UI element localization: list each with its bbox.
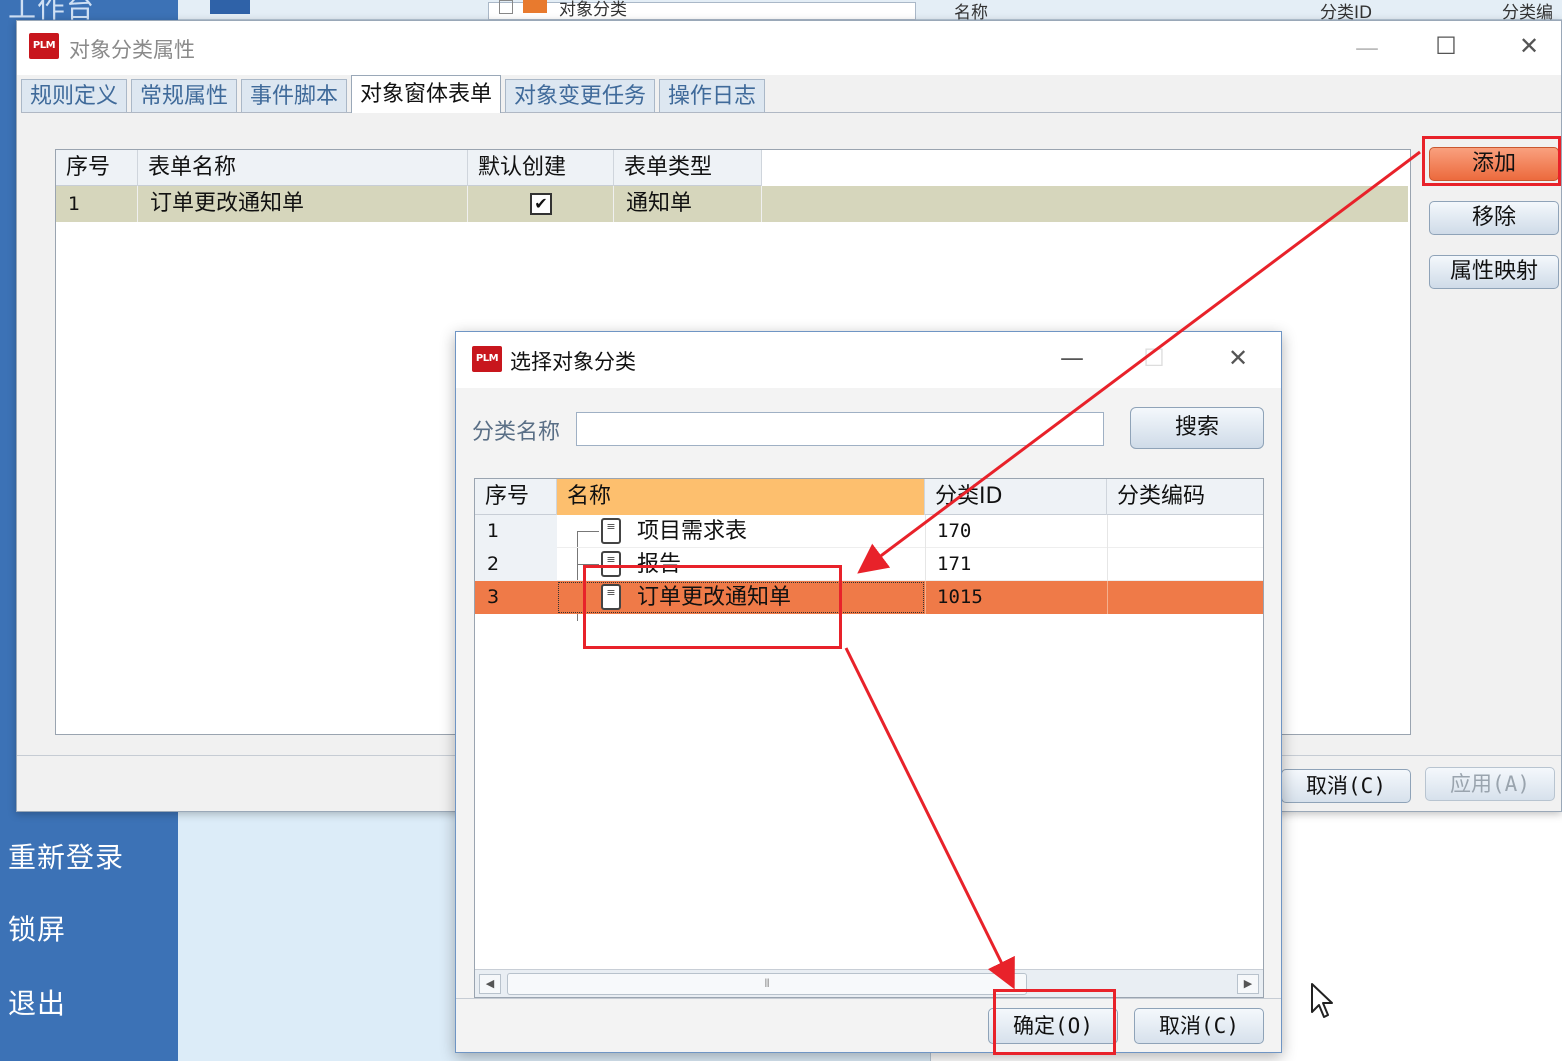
properties-tabs: 规则定义 常规属性 事件脚本 对象窗体表单 对象变更任务 操作日志 (21, 75, 1561, 113)
close-icon[interactable]: ✕ (1218, 338, 1258, 378)
expand-icon[interactable] (499, 0, 513, 14)
annotation-box-add (1422, 136, 1561, 186)
select-class-dialog: PLM 选择对象分类 — ☐ ✕ 分类名称 搜索 序号 名称 分类ID 分类编码… (455, 331, 1282, 1053)
select-cancel-button[interactable]: 取消(C) (1134, 1008, 1264, 1044)
row-name: ≡ 项目需求表 (557, 515, 925, 548)
plm-logo-icon: PLM (472, 346, 502, 372)
attribute-mapping-button[interactable]: 属性映射 (1429, 255, 1559, 289)
select-footer-divider (456, 998, 1281, 999)
mouse-cursor-icon (1311, 983, 1333, 1018)
annotation-box-ok (993, 989, 1116, 1055)
row-seq: 2 (475, 548, 557, 581)
class-name-label: 分类名称 (472, 420, 561, 445)
remove-button[interactable]: 移除 (1429, 201, 1559, 235)
tab-object-window-form[interactable]: 对象窗体表单 (351, 75, 502, 113)
col-class-code[interactable]: 分类编码 (1107, 479, 1263, 515)
row-class-code (1107, 581, 1263, 614)
sidebar-lock-screen[interactable]: 锁屏 (8, 908, 66, 948)
maximize-icon[interactable]: ☐ (1134, 338, 1174, 378)
properties-apply-button[interactable]: 应用(A) (1425, 767, 1555, 801)
document-icon: ≡ (601, 518, 621, 544)
row-class-code (1107, 515, 1263, 548)
row-form-type: 通知单 (614, 186, 762, 222)
class-name-input[interactable] (576, 412, 1104, 446)
tab-rule-definition[interactable]: 规则定义 (21, 79, 128, 112)
col-seq[interactable]: 序号 (475, 479, 557, 515)
minimize-icon[interactable]: — (1347, 28, 1387, 68)
app-header-block (210, 0, 250, 14)
scroll-right-icon[interactable]: ▶ (1237, 974, 1259, 994)
row-form-name: 订单更改通知单 (138, 186, 468, 222)
row-default-create: ✔ (468, 186, 614, 222)
row-class-id: 171 (937, 553, 972, 575)
app-top-strip: 对象分类 名称 分类ID 分类编 (178, 0, 1562, 23)
properties-title: 对象分类属性 (69, 38, 195, 62)
properties-cancel-button[interactable]: 取消(C) (1281, 769, 1411, 803)
scroll-left-icon[interactable]: ◀ (479, 974, 501, 994)
search-button[interactable]: 搜索 (1130, 407, 1264, 449)
plm-logo-icon: PLM (29, 33, 59, 59)
tab-operation-log[interactable]: 操作日志 (659, 79, 766, 112)
object-class-panel: 对象分类 (488, 0, 916, 20)
sidebar-exit[interactable]: 退出 (8, 982, 66, 1022)
col-name[interactable]: 名称 (557, 479, 925, 515)
sidebar-relogin[interactable]: 重新登录 (8, 836, 124, 876)
form-grid-header: 序号 表单名称 默认创建 表单类型 (56, 150, 762, 186)
properties-titlebar[interactable]: PLM 对象分类属性 — ☐ ✕ (17, 21, 1561, 75)
row-class-code (1107, 548, 1263, 581)
tab-event-script[interactable]: 事件脚本 (241, 79, 348, 112)
tab-object-change-task[interactable]: 对象变更任务 (505, 79, 656, 112)
row-class-id: 170 (937, 520, 972, 542)
table-row[interactable]: 1 ≡ 项目需求表 170 (475, 515, 1263, 548)
select-title: 选择对象分类 (510, 350, 636, 374)
horizontal-scrollbar[interactable]: ◀ ⦀ ▶ (475, 969, 1263, 997)
select-titlebar[interactable]: PLM 选择对象分类 — ☐ ✕ (456, 332, 1281, 388)
default-create-checkbox[interactable]: ✔ (530, 193, 552, 215)
class-grid-header: 序号 名称 分类ID 分类编码 (475, 479, 1263, 515)
row-name-text: 项目需求表 (637, 519, 748, 544)
tab-general-attributes[interactable]: 常规属性 (131, 79, 238, 112)
annotation-box-selected-row (583, 565, 842, 649)
col-default-create[interactable]: 默认创建 (468, 150, 614, 186)
row-seq: 3 (475, 581, 557, 614)
maximize-icon[interactable]: ☐ (1426, 26, 1466, 66)
col-form-type[interactable]: 表单类型 (614, 150, 762, 186)
minimize-icon[interactable]: — (1052, 338, 1092, 378)
col-form-name[interactable]: 表单名称 (138, 150, 468, 186)
col-seq[interactable]: 序号 (56, 150, 138, 186)
table-row[interactable]: 1 订单更改通知单 ✔ 通知单 (56, 186, 1408, 222)
close-icon[interactable]: ✕ (1509, 26, 1549, 66)
col-class-id[interactable]: 分类ID (925, 479, 1107, 515)
folder-icon (523, 0, 547, 13)
class-tree-grid: 序号 名称 分类ID 分类编码 1 ≡ 项目需求表 170 2 ≡ 报告 171… (474, 478, 1264, 998)
scrollbar-thumb[interactable]: ⦀ (507, 973, 1027, 995)
row-seq: 1 (475, 515, 557, 548)
row-seq: 1 (56, 186, 138, 222)
object-class-root[interactable]: 对象分类 (559, 0, 627, 20)
row-class-id: 1015 (937, 586, 983, 608)
